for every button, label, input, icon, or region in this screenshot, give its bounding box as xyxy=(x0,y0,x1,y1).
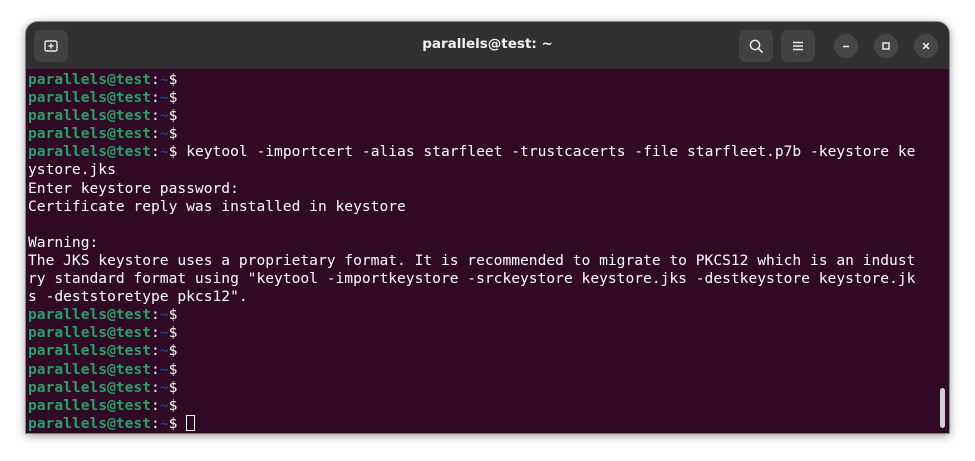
prompt-symbol: $ xyxy=(168,125,187,143)
prompt-separator: : xyxy=(151,89,160,107)
prompt-symbol: $ xyxy=(168,378,187,396)
prompt-user-host: parallels@test xyxy=(28,360,152,378)
prompt-symbol: $ xyxy=(168,342,187,360)
prompt-symbol: $ xyxy=(168,360,187,378)
prompt-separator: : xyxy=(151,324,160,342)
prompt-separator: : xyxy=(151,360,160,378)
prompt-user-host: parallels@test xyxy=(28,125,152,143)
search-button[interactable] xyxy=(739,30,773,62)
terminal-window: parallels@test: ~ parallels@test:~$ para… xyxy=(26,22,949,433)
output-text: ystore.jks xyxy=(28,161,116,179)
prompt-path: ~ xyxy=(159,107,169,125)
output-text: ry standard format using "keytool -impor… xyxy=(28,270,916,288)
prompt-path: ~ xyxy=(159,306,169,324)
prompt-user-host: parallels@test xyxy=(28,378,152,396)
prompt-line: parallels@test:~$ xyxy=(28,89,940,107)
prompt-path: ~ xyxy=(159,378,169,396)
output-text: s -deststoretype pkcs12". xyxy=(28,288,248,306)
output-text: Certificate reply was installed in keyst… xyxy=(28,197,406,215)
prompt-user-host: parallels@test xyxy=(28,107,152,125)
maximize-button[interactable] xyxy=(874,34,898,58)
output-text: Warning: xyxy=(28,233,99,251)
output-line: The JKS keystore uses a proprietary form… xyxy=(28,252,940,270)
prompt-user-host: parallels@test xyxy=(28,71,152,88)
prompt-separator: : xyxy=(151,396,160,414)
prompt-separator: : xyxy=(151,378,160,396)
prompt-symbol: $ xyxy=(168,143,187,161)
close-button[interactable] xyxy=(914,34,938,58)
prompt-line: parallels@test:~$ keytool -importcert -a… xyxy=(28,143,940,161)
prompt-user-host: parallels@test xyxy=(28,414,152,432)
prompt-line: parallels@test:~$ xyxy=(28,379,940,397)
output-line: Certificate reply was installed in keyst… xyxy=(28,198,940,216)
prompt-path: ~ xyxy=(159,71,169,88)
prompt-line: parallels@test:~$ xyxy=(28,361,940,379)
output-line: ystore.jks xyxy=(28,161,940,179)
prompt-path: ~ xyxy=(159,324,169,342)
new-tab-icon xyxy=(44,40,58,52)
prompt-path: ~ xyxy=(159,414,169,432)
prompt-path: ~ xyxy=(159,360,169,378)
prompt-separator: : xyxy=(151,414,160,432)
close-icon xyxy=(922,42,930,50)
prompt-line: parallels@test:~$ xyxy=(28,306,940,324)
prompt-line: parallels@test:~$ xyxy=(28,125,940,143)
prompt-line: parallels@test:~$ xyxy=(28,342,940,360)
output-line: Warning: xyxy=(28,234,940,252)
prompt-symbol: $ xyxy=(168,71,187,88)
minimize-button[interactable] xyxy=(834,34,858,58)
prompt-separator: : xyxy=(151,107,160,125)
prompt-user-host: parallels@test xyxy=(28,342,152,360)
maximize-icon xyxy=(882,42,890,50)
prompt-line: parallels@test:~$ xyxy=(28,324,940,342)
prompt-symbol: $ xyxy=(168,89,187,107)
prompt-separator: : xyxy=(151,306,160,324)
prompt-path: ~ xyxy=(159,342,169,360)
search-icon xyxy=(749,39,763,53)
title-bar[interactable]: parallels@test: ~ xyxy=(26,22,949,69)
terminal-output[interactable]: parallels@test:~$ parallels@test:~$ para… xyxy=(28,71,940,433)
scrollbar-thumb[interactable] xyxy=(940,388,945,428)
prompt-separator: : xyxy=(151,125,160,143)
output-line: s -deststoretype pkcs12". xyxy=(28,288,940,306)
prompt-path: ~ xyxy=(159,396,169,414)
prompt-user-host: parallels@test xyxy=(28,396,152,414)
command-text: keytool -importcert -alias starfleet -tr… xyxy=(186,143,916,161)
prompt-line: parallels@test:~$ xyxy=(28,107,940,125)
prompt-separator: : xyxy=(151,342,160,360)
hamburger-menu-icon xyxy=(793,41,803,51)
menu-button[interactable] xyxy=(781,30,815,62)
prompt-path: ~ xyxy=(159,125,169,143)
prompt-user-host: parallels@test xyxy=(28,324,152,342)
text-cursor xyxy=(186,414,196,431)
output-line: ry standard format using "keytool -impor… xyxy=(28,270,940,288)
output-text: Enter keystore password: xyxy=(28,179,239,197)
prompt-symbol: $ xyxy=(168,107,187,125)
prompt-line: parallels@test:~$ xyxy=(28,414,940,433)
prompt-separator: : xyxy=(151,143,160,161)
output-line: Enter keystore password: xyxy=(28,180,940,198)
prompt-user-host: parallels@test xyxy=(28,143,152,161)
new-tab-button[interactable] xyxy=(34,30,68,62)
prompt-separator: : xyxy=(151,71,160,88)
prompt-symbol: $ xyxy=(168,396,187,414)
prompt-user-host: parallels@test xyxy=(28,89,152,107)
prompt-symbol: $ xyxy=(168,324,187,342)
minimize-icon xyxy=(843,45,849,48)
prompt-user-host: parallels@test xyxy=(28,306,152,324)
prompt-path: ~ xyxy=(159,89,169,107)
prompt-path: ~ xyxy=(159,143,169,161)
prompt-line: parallels@test:~$ xyxy=(28,397,940,415)
output-text: The JKS keystore uses a proprietary form… xyxy=(28,251,916,269)
prompt-line: parallels@test:~$ xyxy=(28,71,940,89)
prompt-symbol: $ xyxy=(168,414,187,432)
prompt-symbol: $ xyxy=(168,306,187,324)
